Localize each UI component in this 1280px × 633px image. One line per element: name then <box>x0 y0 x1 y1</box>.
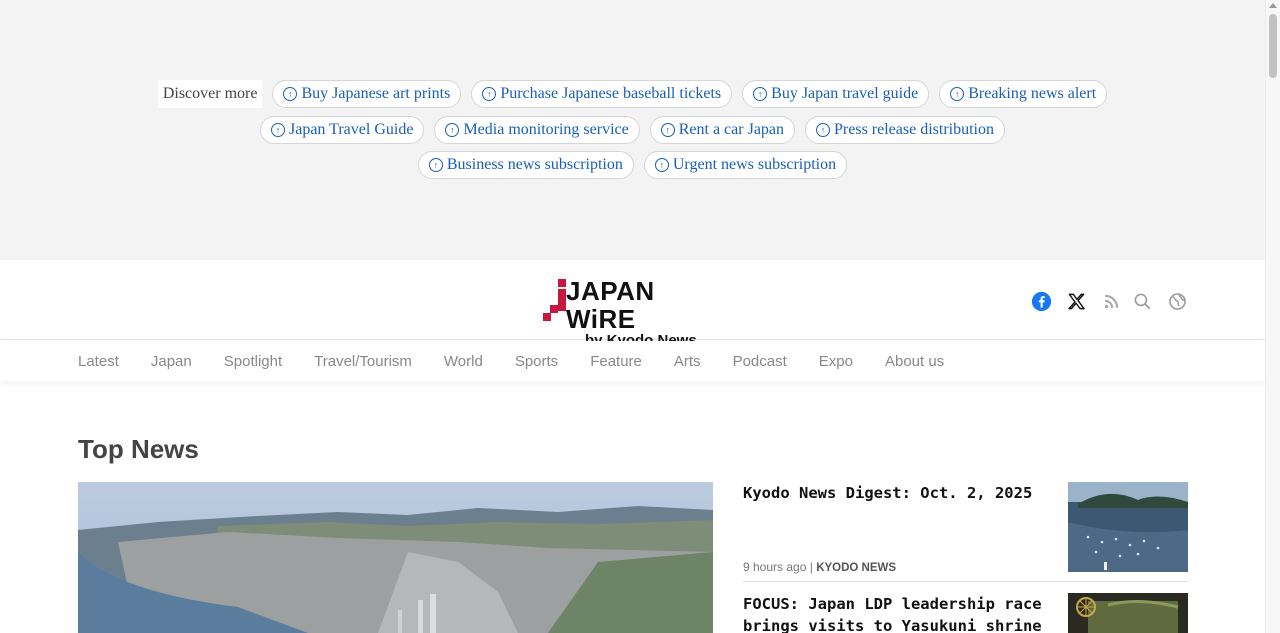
story-thumbnail[interactable] <box>1068 593 1188 633</box>
discover-more-panel: Discover more ↑ Buy Japanese art prints ↑… <box>0 0 1265 260</box>
nav-arts[interactable]: Arts <box>674 353 701 370</box>
nav-japan[interactable]: Japan <box>151 353 192 370</box>
nav-world[interactable]: World <box>444 353 483 370</box>
discover-row-2: ↑ Japan Travel Guide ↑ Media monitoring se… <box>0 116 1265 144</box>
scrollbar-thumb[interactable] <box>1269 14 1277 78</box>
nav-spotlight[interactable]: Spotlight <box>224 353 282 370</box>
search-icon[interactable] <box>1131 290 1153 312</box>
chip-press-release[interactable]: ↑ Press release distribution <box>805 116 1005 144</box>
section-title: Top News <box>78 434 199 464</box>
discover-row-3: ↑ Business news subscription ↑ Urgent news… <box>0 151 1265 179</box>
story-time: 9 hours ago <box>743 560 807 574</box>
main-nav: Latest Japan Spotlight Travel/Tourism Wo… <box>0 341 1265 381</box>
nav-latest[interactable]: Latest <box>78 353 119 370</box>
story-thumbnail[interactable] <box>1068 482 1188 572</box>
chip-media-monitoring[interactable]: ↑ Media monitoring service <box>434 116 640 144</box>
chip-baseball-tickets[interactable]: ↑ Purchase Japanese baseball tickets <box>471 80 733 108</box>
arrow-circle-icon: ↑ <box>753 87 768 101</box>
globe-icon[interactable] <box>1166 290 1188 312</box>
discover-row-1: Discover more ↑ Buy Japanese art prints ↑… <box>0 80 1265 108</box>
chip-breaking-news-alert[interactable]: ↑ Breaking news alert <box>939 80 1108 108</box>
story-card-1[interactable]: Kyodo News Digest: Oct. 2, 2025 9 hours … <box>743 482 1188 582</box>
arrow-circle-icon: ↑ <box>816 123 831 137</box>
chip-art-prints[interactable]: ↑ Buy Japanese art prints <box>272 80 462 108</box>
story-title[interactable]: Kyodo News Digest: Oct. 2, 2025 <box>743 482 1053 504</box>
nav-feature[interactable]: Feature <box>590 353 642 370</box>
story-card-2[interactable]: FOCUS: Japan LDP leadership race brings … <box>743 593 1188 633</box>
arrow-circle-icon: ↑ <box>654 158 669 172</box>
scroll-up-icon[interactable] <box>1269 3 1277 8</box>
logo-wordmark: JAPAN WiRE <box>566 276 655 334</box>
arrow-circle-icon: ↑ <box>950 87 965 101</box>
chip-rent-a-car[interactable]: ↑ Rent a car Japan <box>649 116 796 144</box>
nav-expo[interactable]: Expo <box>819 353 853 370</box>
story-source: KYODO NEWS <box>816 562 897 574</box>
hero-image[interactable] <box>78 482 713 633</box>
chip-business-news[interactable]: ↑ Business news subscription <box>417 151 634 179</box>
chip-urgent-news[interactable]: ↑ Urgent news subscription <box>643 151 848 179</box>
arrow-circle-icon: ↑ <box>660 123 675 137</box>
logo-mark-icon <box>543 279 566 321</box>
site-header: JAPAN WiRE by Kyodo News <box>0 260 1265 349</box>
nav-podcast[interactable]: Podcast <box>733 353 787 370</box>
discover-more-label: Discover more <box>157 80 263 108</box>
arrow-circle-icon: ↑ <box>283 87 298 101</box>
chip-travel-guide-buy[interactable]: ↑ Buy Japan travel guide <box>742 80 930 108</box>
arrow-circle-icon: ↑ <box>428 158 443 172</box>
x-icon[interactable] <box>1065 290 1087 312</box>
arrow-circle-icon: ↑ <box>445 123 460 137</box>
page-scrollbar[interactable] <box>1265 0 1280 633</box>
story-meta: 9 hours ago | KYODO NEWS <box>743 560 897 574</box>
chip-japan-travel-guide[interactable]: ↑ Japan Travel Guide <box>260 116 425 144</box>
nav-about-us[interactable]: About us <box>885 353 944 370</box>
site-logo[interactable]: JAPAN WiRE by Kyodo News <box>542 277 724 349</box>
story-divider <box>743 581 1188 582</box>
arrow-circle-icon: ↑ <box>271 123 285 137</box>
facebook-icon[interactable] <box>1030 290 1052 312</box>
arrow-circle-icon: ↑ <box>482 87 497 101</box>
rss-icon[interactable] <box>1100 290 1122 312</box>
nav-travel-tourism[interactable]: Travel/Tourism <box>314 353 412 370</box>
story-title[interactable]: FOCUS: Japan LDP leadership race brings … <box>743 593 1053 633</box>
nav-sports[interactable]: Sports <box>515 353 558 370</box>
